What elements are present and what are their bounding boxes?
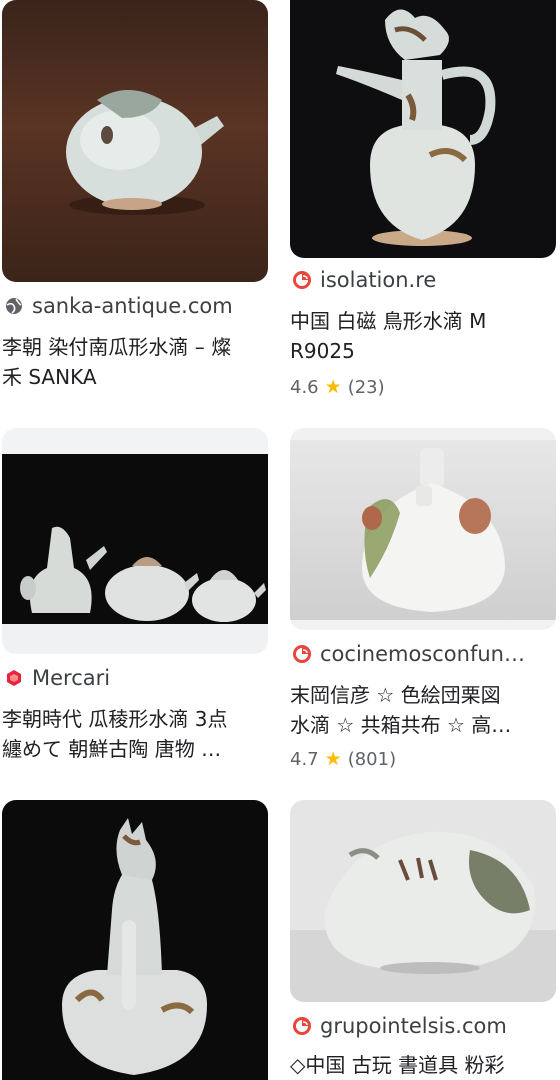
teapot-water-dropper-photo — [2, 0, 268, 282]
bird-shaped-dropper-photo — [290, 800, 556, 1002]
result-image-6[interactable] — [290, 800, 556, 1002]
result-title-1[interactable]: 李朝 染付南瓜形水滴 – 燦 禾 SANKA — [2, 332, 272, 392]
star-icon: ★ — [324, 748, 342, 770]
star-icon: ★ — [324, 376, 342, 398]
result-image-1[interactable] — [2, 0, 268, 282]
result-source-4[interactable]: cocinemosconfun… — [292, 642, 556, 666]
result-rating-2: 4.6 ★ (23) — [290, 376, 385, 398]
result-rating-4: 4.7 ★ (801) — [290, 748, 396, 770]
result-source-5[interactable]: grupointelsis.com — [292, 1014, 507, 1038]
painted-water-dropper-photo — [290, 428, 556, 630]
rating-value: 4.6 — [290, 376, 319, 398]
site-logo-icon — [292, 1016, 312, 1036]
result-image-3[interactable] — [2, 428, 268, 654]
source-label: isolation.re — [320, 268, 437, 292]
source-label: Mercari — [32, 666, 111, 690]
globe-icon — [4, 296, 24, 316]
three-water-droppers-photo — [2, 428, 268, 654]
result-image-4[interactable] — [290, 428, 556, 630]
site-logo-icon — [292, 270, 312, 290]
source-label: grupointelsis.com — [320, 1014, 507, 1038]
bird-shaped-ewer-photo — [290, 0, 556, 258]
bird-ewer-black-background-photo — [2, 800, 268, 1080]
site-logo-icon — [292, 644, 312, 664]
review-count: (23) — [347, 376, 385, 398]
mercari-logo-icon — [4, 668, 24, 688]
source-label: cocinemosconfun… — [320, 642, 525, 666]
result-source-1[interactable]: sanka-antique.com — [4, 294, 233, 318]
rating-value: 4.7 — [290, 748, 319, 770]
result-title-4[interactable]: 末岡信彦 ☆ 色絵団栗図 水滴 ☆ 共箱共布 ☆ 高… — [290, 680, 556, 740]
source-label: sanka-antique.com — [32, 294, 233, 318]
review-count: (801) — [347, 748, 397, 770]
result-title-6[interactable]: ◇中国 古玩 書道具 粉彩 — [290, 1050, 556, 1080]
result-source-3[interactable]: Mercari — [4, 666, 110, 690]
result-source-2[interactable]: isolation.re — [292, 268, 436, 292]
result-title-3[interactable]: 李朝時代 瓜稜形水滴 3点 纏めて 朝鮮古陶 唐物 … — [2, 704, 272, 764]
result-image-2[interactable] — [290, 0, 556, 258]
result-title-2[interactable]: 中国 白磁 鳥形水滴 M R9025 — [290, 306, 552, 366]
result-image-5[interactable] — [2, 800, 268, 1080]
